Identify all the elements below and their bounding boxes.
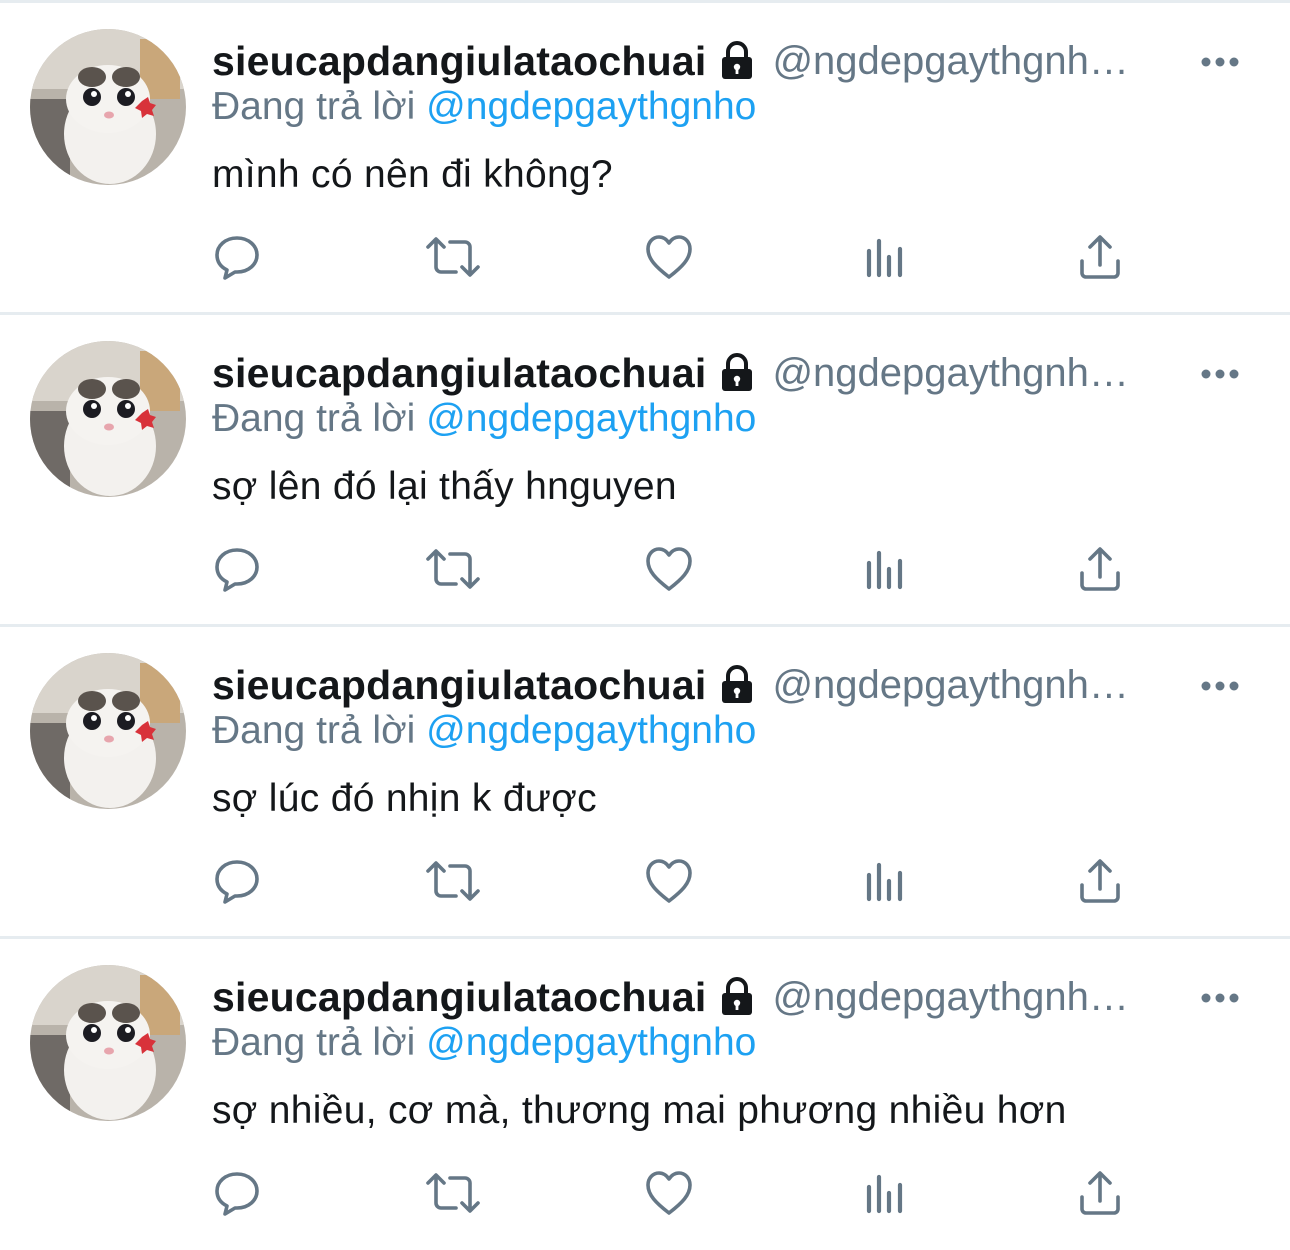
user-handle[interactable]: @ngdepgaythgnh… [772,351,1202,396]
display-name[interactable]: sieucapdangiulataochuai [212,974,706,1021]
share-icon [1080,235,1120,279]
retweet-icon [426,861,480,901]
replying-to: Đang trả lời @ngdepgaythgnho [212,709,756,753]
tweet[interactable]: sieucapdangiulataochuai @ngdepgaythgnh… … [0,312,1290,624]
replying-mention[interactable]: @ngdepgaythgnho [426,85,756,128]
more-icon[interactable] [1200,367,1240,379]
reply-icon [215,548,259,592]
avatar[interactable] [30,653,186,809]
analytics-button[interactable] [845,217,925,297]
retweet-button[interactable] [413,1153,493,1233]
retweet-icon [426,549,480,589]
reply-button[interactable] [197,217,277,297]
lock-icon [718,41,756,81]
replying-to: Đang trả lời @ngdepgaythgnho [212,1021,756,1065]
lock-icon [718,353,756,393]
lock-icon [718,977,756,1017]
like-icon [646,547,692,591]
reply-icon [215,236,259,280]
retweet-button[interactable] [413,217,493,297]
reply-button[interactable] [197,1153,277,1233]
like-icon [646,235,692,279]
tweet-header: sieucapdangiulataochuai @ngdepgaythgnh… [212,33,1202,89]
reply-button[interactable] [197,841,277,921]
analytics-button[interactable] [845,841,925,921]
tweet-header: sieucapdangiulataochuai @ngdepgaythgnh… [212,657,1202,713]
tweet-header: sieucapdangiulataochuai @ngdepgaythgnh… [212,969,1202,1025]
share-button[interactable] [1060,841,1140,921]
tweet[interactable]: sieucapdangiulataochuai @ngdepgaythgnh… … [0,0,1290,312]
tweet[interactable]: sieucapdangiulataochuai @ngdepgaythgnh… … [0,624,1290,936]
avatar[interactable] [30,341,186,497]
share-icon [1080,1171,1120,1215]
tweet-text: sợ lên đó lại thấy hnguyen [212,465,677,508]
more-icon[interactable] [1200,55,1240,67]
share-icon [1080,547,1120,591]
reply-icon [215,1172,259,1216]
analytics-icon [866,550,903,590]
action-bar [0,529,1290,609]
replying-prefix: Đang trả lời [212,85,416,128]
more-icon[interactable] [1200,991,1240,1003]
lock-icon [718,665,756,705]
user-handle[interactable]: @ngdepgaythgnh… [772,975,1202,1020]
like-button[interactable] [629,841,709,921]
analytics-button[interactable] [845,1153,925,1233]
more-icon[interactable] [1200,679,1240,691]
action-bar [0,1153,1290,1233]
like-icon [646,859,692,903]
avatar[interactable] [30,965,186,1121]
retweet-icon [426,1173,480,1213]
tweet-text: sợ nhiều, cơ mà, thương mai phương nhiều… [212,1089,1067,1132]
replying-to: Đang trả lời @ngdepgaythgnho [212,85,756,129]
display-name[interactable]: sieucapdangiulataochuai [212,350,706,397]
user-handle[interactable]: @ngdepgaythgnh… [772,39,1202,84]
share-button[interactable] [1060,217,1140,297]
display-name[interactable]: sieucapdangiulataochuai [212,662,706,709]
replying-prefix: Đang trả lời [212,397,416,440]
retweet-button[interactable] [413,841,493,921]
action-bar [0,217,1290,297]
user-handle[interactable]: @ngdepgaythgnh… [772,663,1202,708]
retweet-icon [426,237,480,277]
analytics-icon [866,1174,903,1214]
share-icon [1080,859,1120,903]
like-icon [646,1171,692,1215]
like-button[interactable] [629,1153,709,1233]
replying-mention[interactable]: @ngdepgaythgnho [426,709,756,752]
tweet-header: sieucapdangiulataochuai @ngdepgaythgnh… [212,345,1202,401]
replying-prefix: Đang trả lời [212,709,416,752]
reply-button[interactable] [197,529,277,609]
display-name[interactable]: sieucapdangiulataochuai [212,38,706,85]
tweet-text: mình có nên đi không? [212,153,613,196]
analytics-button[interactable] [845,529,925,609]
retweet-button[interactable] [413,529,493,609]
like-button[interactable] [629,529,709,609]
replying-prefix: Đang trả lời [212,1021,416,1064]
replying-mention[interactable]: @ngdepgaythgnho [426,1021,756,1064]
analytics-icon [866,862,903,902]
analytics-icon [866,238,903,278]
share-button[interactable] [1060,1153,1140,1233]
reply-icon [215,860,259,904]
like-button[interactable] [629,217,709,297]
tweet-text: sợ lúc đó nhịn k được [212,777,597,820]
replying-to: Đang trả lời @ngdepgaythgnho [212,397,756,441]
avatar[interactable] [30,29,186,185]
tweet[interactable]: sieucapdangiulataochuai @ngdepgaythgnh… … [0,936,1290,1248]
action-bar [0,841,1290,921]
share-button[interactable] [1060,529,1140,609]
replying-mention[interactable]: @ngdepgaythgnho [426,397,756,440]
tweet-feed: sieucapdangiulataochuai @ngdepgaythgnh… … [0,0,1290,1250]
